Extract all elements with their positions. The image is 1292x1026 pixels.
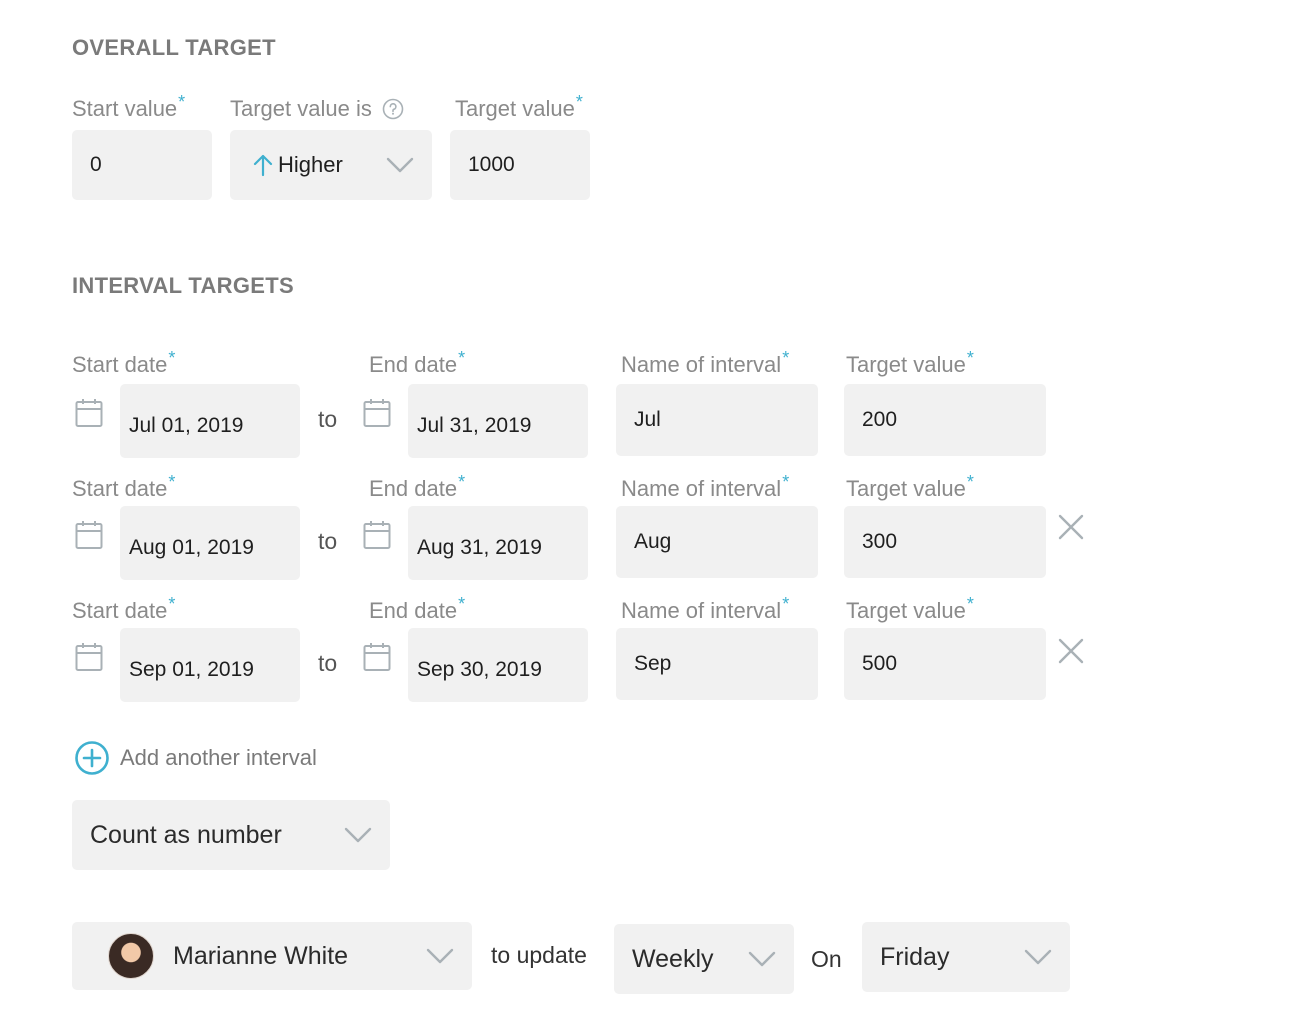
chevron-down-icon (344, 827, 372, 843)
interval-name-label: Name of interval* (621, 471, 790, 501)
close-icon[interactable] (1058, 638, 1084, 664)
interval-target-label: Target value* (846, 347, 974, 377)
calendar-icon[interactable] (75, 520, 103, 550)
start-value-input[interactable]: 0 (72, 130, 212, 200)
arrow-up-icon (253, 154, 273, 177)
to-label: to (318, 528, 338, 554)
start-date-label: Start date* (72, 471, 176, 501)
end-date-label: End date* (369, 347, 466, 377)
interval-name-input[interactable]: Jul (616, 384, 818, 456)
end-date-input[interactable]: Jul 31, 2019 (408, 384, 588, 458)
interval-targets-title: INTERVAL TARGETS (72, 273, 294, 298)
to-label: to (318, 406, 338, 432)
plus-circle-icon (75, 741, 109, 775)
start-date-input[interactable]: Aug 01, 2019 (120, 506, 300, 580)
day-select[interactable]: Friday (862, 922, 1070, 992)
direction-select[interactable]: Higher (230, 130, 432, 200)
interval-target-input[interactable]: 300 (844, 506, 1046, 578)
calendar-icon[interactable] (363, 520, 391, 550)
start-date-input[interactable]: Jul 01, 2019 (120, 384, 300, 458)
interval-target-input[interactable]: 500 (844, 628, 1046, 700)
calendar-icon[interactable] (75, 398, 103, 428)
calendar-icon[interactable] (363, 642, 391, 672)
chevron-down-icon (748, 951, 776, 967)
start-date-label: Start date* (72, 347, 176, 377)
to-update-label: to update (491, 942, 587, 968)
to-label: to (318, 650, 338, 676)
avatar (108, 933, 154, 979)
end-date-input[interactable]: Sep 30, 2019 (408, 628, 588, 702)
on-label: On (811, 946, 842, 972)
start-date-input[interactable]: Sep 01, 2019 (120, 628, 300, 702)
end-date-label: End date* (369, 593, 466, 623)
chevron-down-icon (426, 948, 454, 964)
interval-name-input[interactable]: Aug (616, 506, 818, 578)
calendar-icon[interactable] (363, 398, 391, 428)
target-value-label: Target value* (455, 91, 583, 121)
count-mode-select[interactable]: Count as number (72, 800, 390, 870)
overall-target-title: OVERALL TARGET (72, 35, 276, 60)
chevron-down-icon (1024, 949, 1052, 965)
end-date-label: End date* (369, 471, 466, 501)
owner-select[interactable]: Marianne White (72, 922, 472, 990)
start-value-label: Start value* (72, 91, 186, 121)
target-value-input[interactable]: 1000 (450, 130, 590, 200)
end-date-input[interactable]: Aug 31, 2019 (408, 506, 588, 580)
calendar-icon[interactable] (75, 642, 103, 672)
chevron-down-icon (386, 157, 414, 173)
frequency-select[interactable]: Weekly (614, 924, 794, 994)
interval-name-label: Name of interval* (621, 347, 790, 377)
help-icon[interactable] (382, 98, 404, 120)
interval-name-label: Name of interval* (621, 593, 790, 623)
start-date-label: Start date* (72, 593, 176, 623)
interval-target-input[interactable]: 200 (844, 384, 1046, 456)
interval-target-label: Target value* (846, 593, 974, 623)
interval-target-label: Target value* (846, 471, 974, 501)
interval-name-input[interactable]: Sep (616, 628, 818, 700)
close-icon[interactable] (1058, 514, 1084, 540)
add-interval-button[interactable]: Add another interval (74, 740, 317, 776)
direction-label: Target value is (230, 96, 404, 122)
